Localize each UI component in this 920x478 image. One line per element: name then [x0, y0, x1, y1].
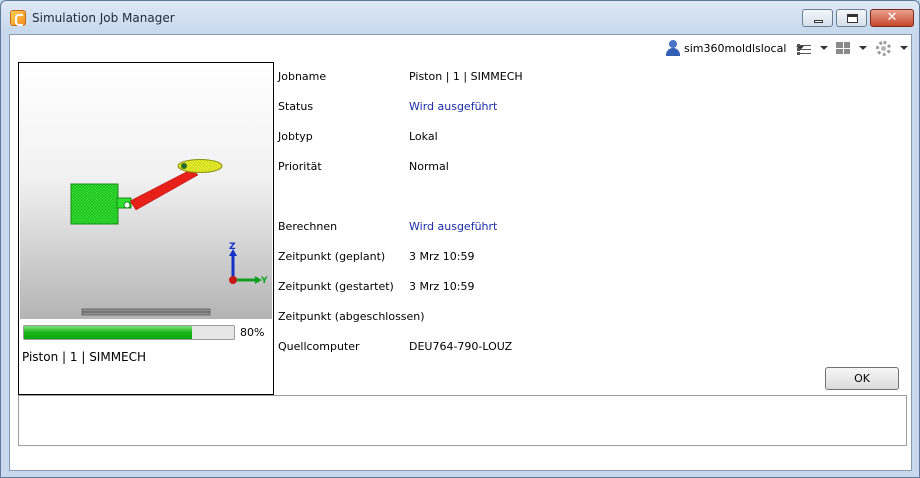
detail-value: Piston | 1 | SIMMECH — [409, 70, 523, 83]
detail-label: Zeitpunkt (geplant) — [278, 250, 386, 263]
layout-button[interactable] — [836, 40, 867, 56]
progress-fill — [24, 326, 192, 339]
detail-label: Status — [278, 100, 314, 113]
axis-origin — [229, 276, 237, 284]
close-icon: ✕ — [886, 10, 898, 25]
detail-label: Jobname — [278, 70, 327, 83]
maximize-button[interactable] — [836, 9, 867, 27]
piston-block — [70, 183, 119, 225]
detail-value[interactable]: Wird ausgeführt — [409, 100, 497, 113]
settings-button[interactable] — [876, 40, 908, 56]
minimize-icon — [814, 20, 823, 23]
progress-bar — [23, 325, 235, 340]
chevron-down-icon — [859, 46, 867, 50]
app-logo-icon — [10, 10, 26, 26]
detail-label: Jobtyp — [278, 130, 313, 143]
detail-label: Zeitpunkt (gestartet) — [278, 280, 394, 293]
chevron-down-icon — [820, 46, 828, 50]
list-view-button[interactable] — [797, 40, 828, 56]
ok-button[interactable]: OK — [825, 367, 899, 390]
model-preview: Z Y — [20, 64, 272, 319]
maximize-icon — [847, 14, 858, 23]
connecting-rod — [129, 168, 199, 211]
job-caption: Piston | 1 | SIMMECH — [22, 350, 147, 364]
layout-grid-icon — [836, 42, 850, 54]
chevron-down-icon — [900, 46, 908, 50]
progress-row: 80% — [23, 325, 271, 341]
model-render: Z Y — [70, 159, 268, 316]
detail-value: 3 Mrz 10:59 — [409, 280, 475, 293]
gear-icon — [876, 40, 891, 56]
detail-label: Quellcomputer — [278, 340, 360, 353]
y-axis-label: Y — [260, 276, 268, 286]
detail-value: Lokal — [409, 130, 438, 143]
minimize-button[interactable] — [802, 9, 833, 27]
log-panel — [18, 395, 907, 446]
detail-value: 3 Mrz 10:59 — [409, 250, 475, 263]
list-view-icon — [797, 43, 811, 55]
app-window: Simulation Job Manager ✕ sim360moldlsloc… — [0, 0, 920, 478]
close-button[interactable]: ✕ — [870, 9, 914, 27]
user-name: sim360moldlslocal — [684, 41, 787, 55]
user-icon — [666, 40, 680, 56]
z-axis-label: Z — [229, 242, 236, 252]
title-bar[interactable]: Simulation Job Manager ✕ — [1, 1, 919, 35]
detail-label: Zeitpunkt (abgeschlossen) — [278, 310, 425, 323]
toolbar: sim360moldlslocal — [10, 35, 911, 61]
client-area: sim360moldlslocal Z Y 80% Piston | 1 | S… — [9, 34, 912, 471]
detail-value: Normal — [409, 160, 449, 173]
job-card[interactable]: Z Y 80% Piston | 1 | SIMMECH — [18, 62, 274, 395]
window-title: Simulation Job Manager — [32, 11, 175, 25]
user-menu[interactable]: sim360moldlslocal — [666, 40, 805, 56]
crank-pin — [181, 163, 187, 169]
progress-label: 80% — [240, 326, 265, 339]
detail-value: DEU764-790-LOUZ — [409, 340, 513, 353]
caption-buttons: ✕ — [802, 9, 914, 27]
detail-value[interactable]: Wird ausgeführt — [409, 220, 497, 233]
detail-label: Priorität — [278, 160, 322, 173]
detail-label: Berechnen — [278, 220, 338, 233]
piston-joint — [123, 201, 131, 209]
